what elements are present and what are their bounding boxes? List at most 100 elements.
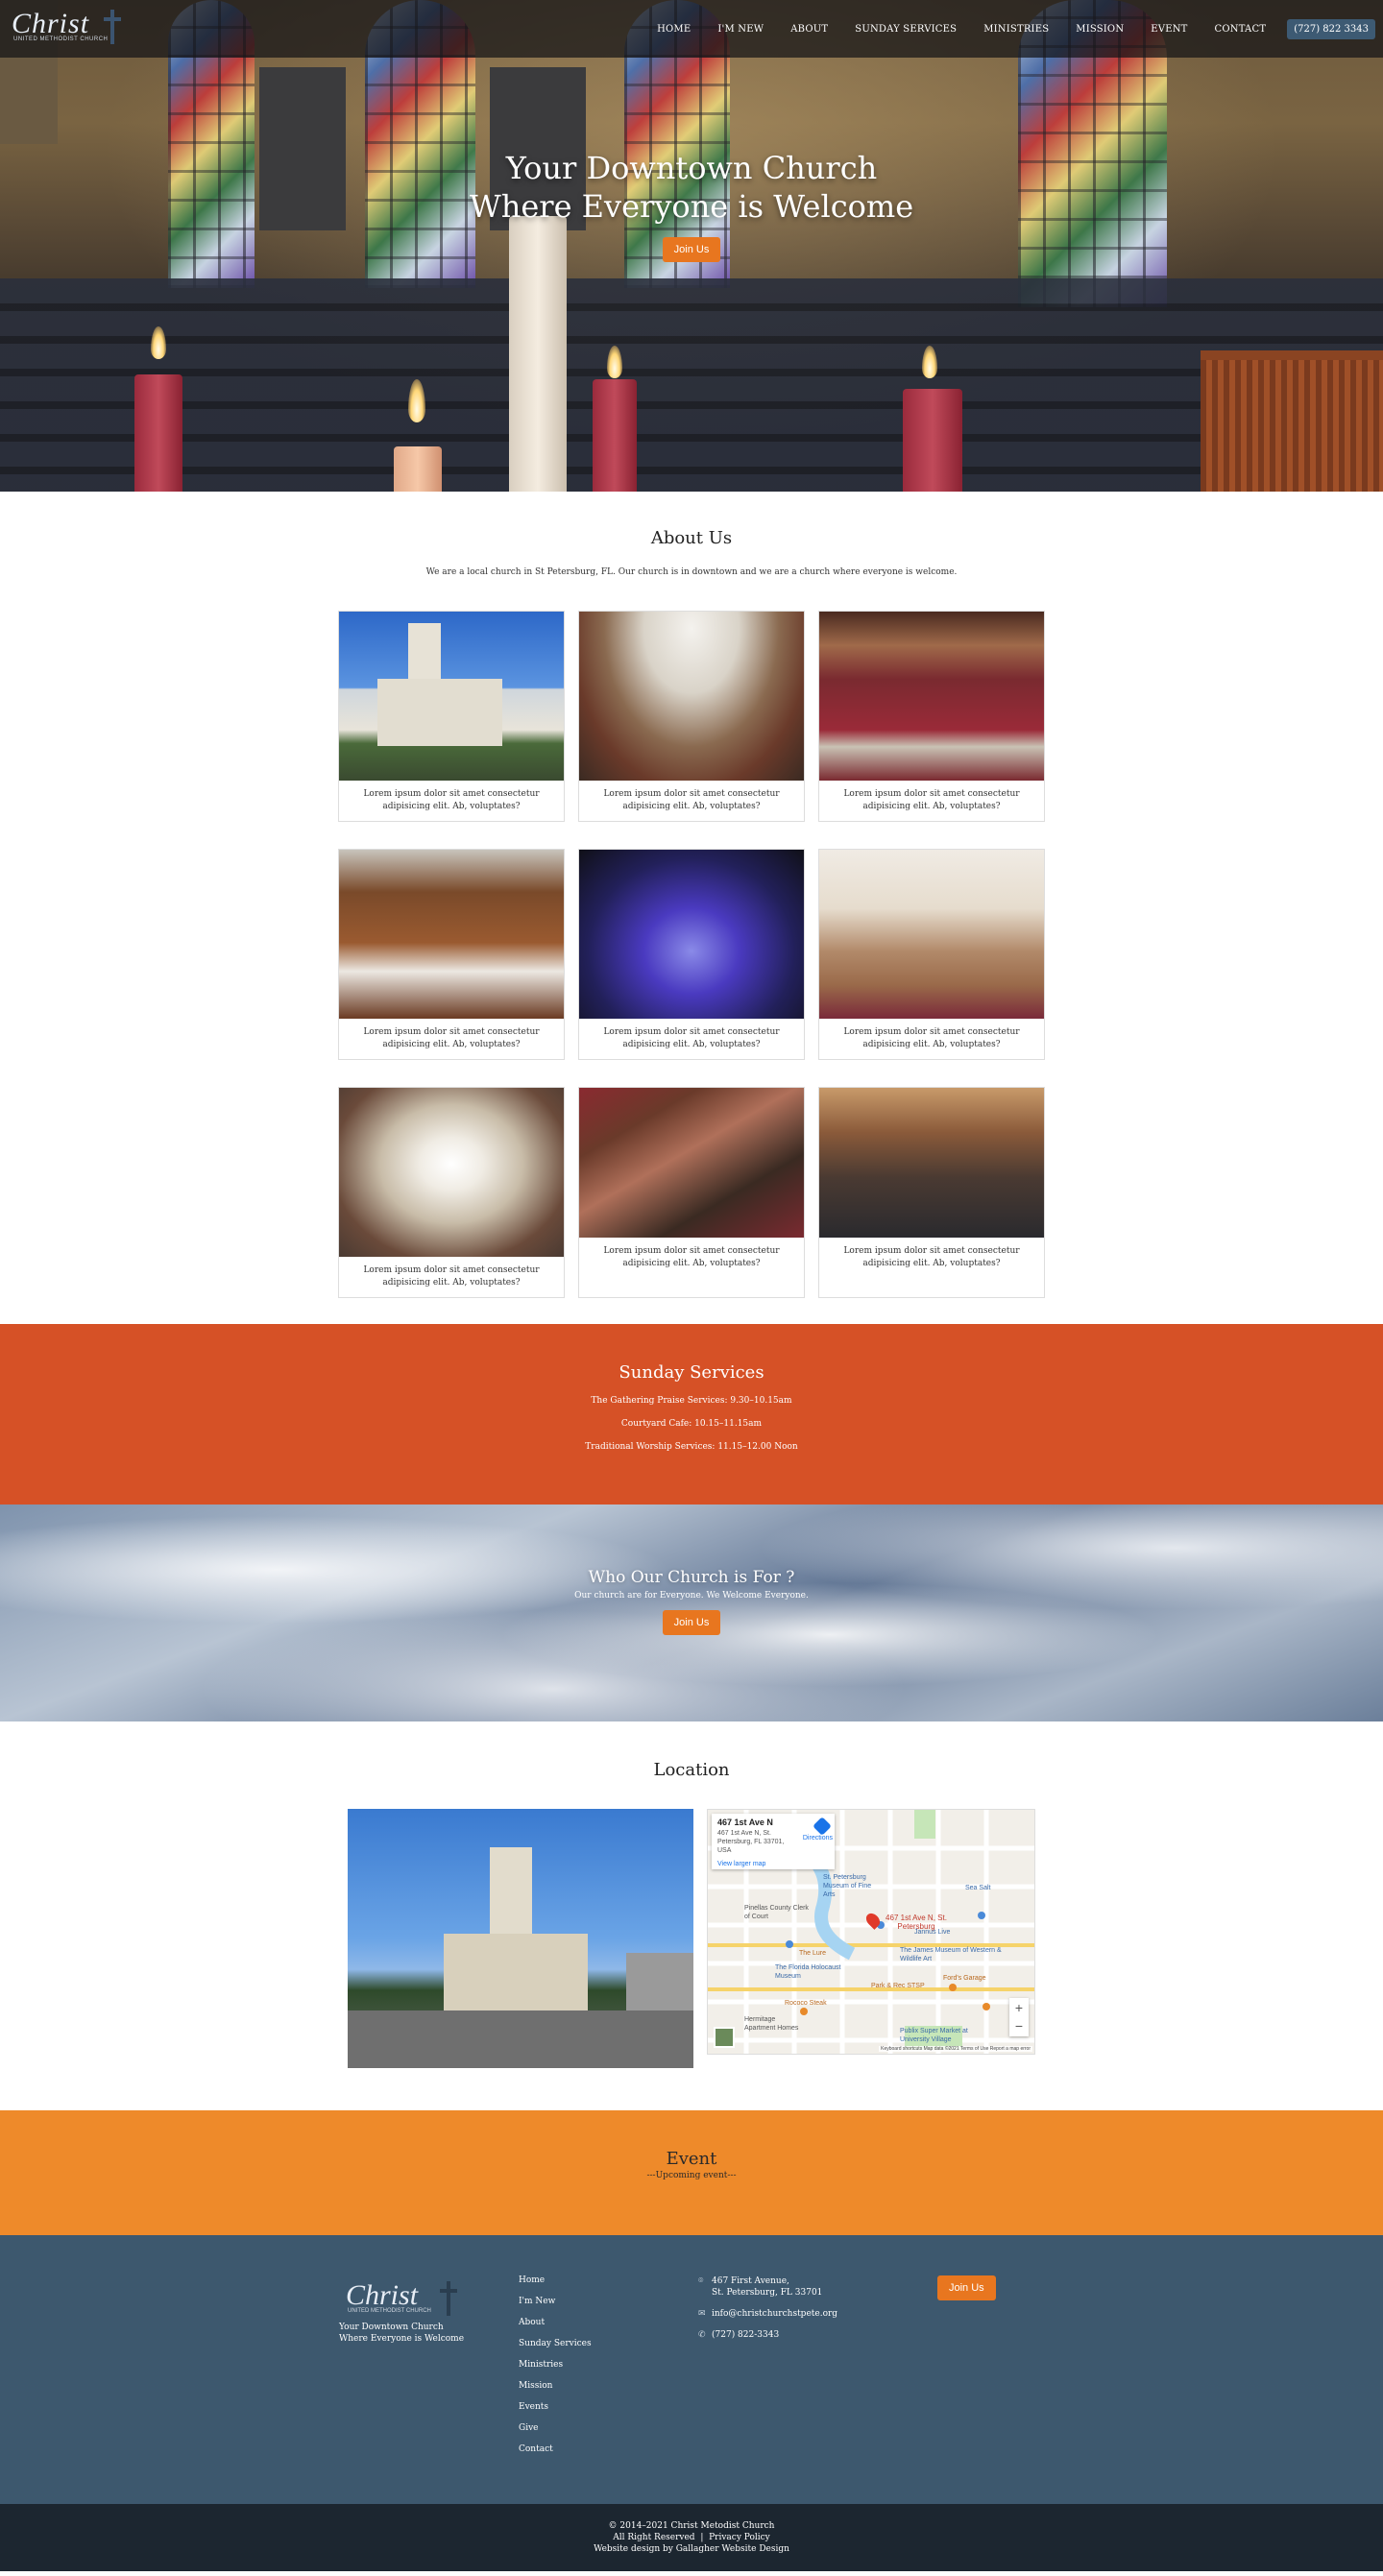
logo-subtitle: UNITED METHODIST CHURCH bbox=[13, 36, 109, 42]
card-text: Lorem ipsum dolor sit amet consectetur a… bbox=[843, 1246, 1020, 1268]
hallway-photo bbox=[339, 1088, 564, 1257]
who-subtitle: Our church are for Everyone. We Welcome … bbox=[574, 1591, 809, 1601]
event-section: Event ---Upcoming event--- bbox=[0, 2110, 1383, 2235]
about-card[interactable]: Lorem ipsum dolor sit amet consectetur a… bbox=[578, 849, 805, 1060]
footer-link-im-new[interactable]: I'm New bbox=[519, 2297, 592, 2306]
worship-photo bbox=[819, 1088, 1044, 1238]
chapel-photo bbox=[339, 850, 564, 1019]
about-card[interactable]: Lorem ipsum dolor sit amet consectetur a… bbox=[818, 1087, 1045, 1298]
service-time: Courtyard Cafe: 10.15–11.15am bbox=[620, 1419, 763, 1429]
location-row: 467 1st Ave N, St. Petersburg 467 1st Av… bbox=[348, 1809, 1035, 2068]
copyright: © 2014–2021 Christ Metodist Church bbox=[608, 2521, 775, 2531]
map-label: Park & Rec STSP bbox=[871, 1983, 925, 1989]
view-larger-map-link[interactable]: View larger map bbox=[717, 1861, 829, 1867]
cross-icon bbox=[104, 10, 121, 44]
privacy-policy-link[interactable]: Privacy Policy bbox=[709, 2533, 770, 2542]
map-label: Hermitage Apartment Homes bbox=[744, 2016, 799, 2032]
map-label: The Lure bbox=[799, 1950, 827, 1957]
phone-icon: ✆ bbox=[698, 2330, 706, 2340]
google-map[interactable]: 467 1st Ave N, St. Petersburg 467 1st Av… bbox=[707, 1809, 1035, 2055]
about-description: We are a local church in St Petersburg, … bbox=[425, 567, 958, 577]
footer-link-sunday-services[interactable]: Sunday Services bbox=[519, 2339, 592, 2348]
sunday-services-section: Sunday Services The Gathering Praise Ser… bbox=[0, 1324, 1383, 1505]
service-time: The Gathering Praise Services: 9.30–10.1… bbox=[591, 1396, 792, 1406]
footer-link-mission[interactable]: Mission bbox=[519, 2381, 592, 2391]
footer-link-contact[interactable]: Contact bbox=[519, 2444, 592, 2454]
about-card[interactable]: Lorem ipsum dolor sit amet consectetur a… bbox=[818, 611, 1045, 822]
nav-event[interactable]: EVENT bbox=[1151, 24, 1187, 35]
directions-link[interactable]: Directions bbox=[803, 1835, 833, 1842]
map-label: The Florida Holocaust Museum bbox=[775, 1964, 841, 1980]
phone-button[interactable]: (727) 822 3343 bbox=[1287, 18, 1375, 39]
about-title: About Us bbox=[650, 528, 733, 548]
map-label: Sea Salt bbox=[965, 1885, 991, 1891]
map-place-name: 467 1st Ave N bbox=[717, 1818, 773, 1827]
zoom-out-icon[interactable]: − bbox=[1009, 2017, 1029, 2036]
church-building-shape bbox=[444, 1934, 588, 2010]
location-title: Location bbox=[653, 1760, 730, 1780]
zoom-in-icon[interactable]: + bbox=[1009, 1998, 1029, 2017]
hero-content: Your Downtown Church Where Everyone is W… bbox=[0, 149, 1383, 262]
nav-im-new[interactable]: I'M NEW bbox=[717, 24, 764, 35]
footer-address: ⌾ 467 First Avenue, St. Petersburg, FL 3… bbox=[698, 2275, 837, 2299]
map-label: Jannus Live bbox=[914, 1929, 951, 1936]
satellite-toggle[interactable] bbox=[714, 2027, 735, 2048]
about-card[interactable]: Lorem ipsum dolor sit amet consectetur a… bbox=[338, 849, 565, 1060]
join-us-button[interactable]: Join Us bbox=[937, 2275, 996, 2300]
hero-title-line1: Your Downtown Church bbox=[505, 150, 878, 186]
address-line1: 467 First Avenue, bbox=[712, 2276, 789, 2286]
candle bbox=[134, 374, 182, 492]
design-credit[interactable]: Website design by Gallagher Website Desi… bbox=[0, 2543, 1383, 2555]
join-us-button[interactable]: Join Us bbox=[662, 237, 721, 262]
footer-link-give[interactable]: Give bbox=[519, 2423, 592, 2433]
footer-link-ministries[interactable]: Ministries bbox=[519, 2360, 592, 2370]
event-subtitle: ---Upcoming event--- bbox=[646, 2171, 737, 2180]
nav-about[interactable]: ABOUT bbox=[790, 24, 828, 35]
church-exterior-photo bbox=[348, 1809, 693, 2068]
about-card[interactable]: Lorem ipsum dolor sit amet consectetur a… bbox=[818, 849, 1045, 1060]
top-navbar: Christ UNITED METHODIST CHURCH HOME I'M … bbox=[0, 0, 1383, 58]
about-card[interactable]: Lorem ipsum dolor sit amet consectetur a… bbox=[338, 1087, 565, 1298]
footer-contact: ⌾ 467 First Avenue, St. Petersburg, FL 3… bbox=[698, 2275, 837, 2350]
map-label: The James Museum of Western & Wildlife A… bbox=[900, 1947, 1002, 1962]
church-tower-photo bbox=[339, 612, 564, 781]
join-us-button[interactable]: Join Us bbox=[662, 1610, 721, 1635]
pulpit bbox=[1201, 350, 1383, 492]
who-title: Who Our Church is For ? bbox=[588, 1568, 795, 1587]
map-label: Rococo Steak bbox=[785, 2000, 827, 2007]
footer-logo[interactable]: Christ UNITED METHODIST CHURCH bbox=[346, 2279, 461, 2318]
nav-ministries[interactable]: MINISTRIES bbox=[983, 24, 1049, 35]
about-card[interactable]: Lorem ipsum dolor sit amet consectetur a… bbox=[338, 611, 565, 822]
about-card[interactable]: Lorem ipsum dolor sit amet consectetur a… bbox=[578, 1087, 805, 1298]
separator: | bbox=[697, 2533, 707, 2542]
congregation-photo bbox=[579, 1088, 804, 1238]
footer-link-about[interactable]: About bbox=[519, 2318, 592, 2327]
street bbox=[348, 2010, 693, 2068]
footer-link-home[interactable]: Home bbox=[519, 2275, 592, 2285]
email-link[interactable]: info@christchurchstpete.org bbox=[712, 2308, 837, 2320]
courtyard-photo bbox=[819, 850, 1044, 1019]
sunday-title: Sunday Services bbox=[619, 1362, 764, 1383]
nav-contact[interactable]: CONTACT bbox=[1215, 24, 1267, 35]
nav-sunday-services[interactable]: SUNDAY SERVICES bbox=[855, 24, 957, 35]
map-address: 467 1st Ave N, St. Petersburg, FL 33701,… bbox=[717, 1830, 785, 1854]
adjacent-building bbox=[626, 1953, 693, 2010]
about-card[interactable]: Lorem ipsum dolor sit amet consectetur a… bbox=[578, 611, 805, 822]
map-label: St. Petersburg Museum of Fine Arts bbox=[823, 1874, 872, 1898]
church-logo[interactable]: Christ UNITED METHODIST CHURCH bbox=[12, 8, 121, 48]
candle bbox=[593, 379, 637, 492]
footer-link-events[interactable]: Events bbox=[519, 2402, 592, 2412]
footer: Christ UNITED METHODIST CHURCH Your Down… bbox=[0, 2235, 1383, 2504]
nav-mission[interactable]: MISSION bbox=[1076, 24, 1124, 35]
footer-tagline: Your Downtown Church Where Everyone is W… bbox=[339, 2323, 465, 2344]
event-title: Event bbox=[666, 2149, 717, 2169]
card-text: Lorem ipsum dolor sit amet consectetur a… bbox=[603, 1027, 780, 1049]
card-text: Lorem ipsum dolor sit amet consectetur a… bbox=[363, 1265, 540, 1288]
phone-link[interactable]: (727) 822-3343 bbox=[712, 2329, 779, 2341]
map-info-card: 467 1st Ave N 467 1st Ave N, St. Petersb… bbox=[712, 1814, 835, 1869]
address-line2: St. Petersburg, FL 33701 bbox=[712, 2288, 823, 2298]
nav-home[interactable]: HOME bbox=[657, 24, 691, 35]
candle bbox=[903, 389, 962, 492]
stage-photo bbox=[579, 850, 804, 1019]
candle bbox=[394, 446, 442, 492]
